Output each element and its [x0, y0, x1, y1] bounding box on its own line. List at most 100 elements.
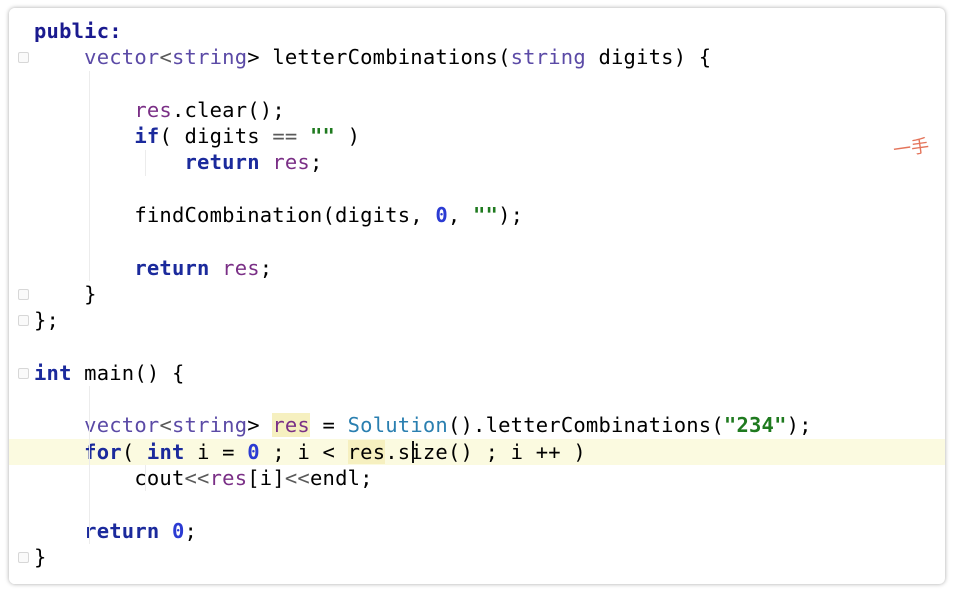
code-token: findCombination(digits, [34, 203, 436, 228]
code-token: vector [84, 45, 160, 70]
code-line[interactable]: } [34, 281, 945, 307]
code-token: ); [786, 413, 812, 438]
code-editor-window[interactable]: public: vector<string> letterCombination… [9, 8, 945, 584]
code-token: ( [121, 439, 147, 464]
code-token: 0 [171, 518, 185, 543]
indent-guide [145, 465, 146, 492]
code-token: << [184, 466, 210, 491]
code-token: ; i < [259, 439, 348, 464]
code-line[interactable]: return res; [34, 149, 945, 175]
code-line[interactable]: for( int i = 0 ; i < res.size() ; i ++ ) [9, 438, 945, 466]
code-token: string [510, 45, 586, 70]
code-token: vector [84, 413, 160, 438]
code-line[interactable]: findCombination(digits, 0, ""); [34, 202, 945, 228]
code-token: res [272, 150, 310, 175]
code-token: ) [335, 124, 361, 149]
code-line[interactable] [34, 386, 945, 412]
code-line[interactable]: vector<string> letterCombinations(string… [34, 44, 945, 70]
code-token: main() { [71, 360, 185, 385]
code-token: endl; [309, 466, 373, 491]
code-token: int [146, 439, 185, 464]
code-line[interactable] [34, 176, 945, 202]
text-cursor [412, 440, 414, 463]
code-token: string [171, 413, 248, 438]
code-token: string [171, 45, 248, 70]
code-token: cout [34, 466, 185, 491]
code-token: ); [498, 203, 524, 228]
fold-marker-icon[interactable] [18, 315, 29, 327]
code-token: > [247, 413, 273, 438]
indent-guide [89, 70, 90, 281]
code-token: , [447, 203, 473, 228]
code-token: Solution [347, 413, 448, 438]
code-token: "" [473, 203, 499, 228]
code-token: res [347, 439, 386, 464]
code-line[interactable]: res.clear(); [34, 97, 945, 123]
code-token: if [134, 124, 160, 149]
fold-marker-icon[interactable] [18, 289, 29, 300]
code-token: ().letterCombinations( [447, 413, 724, 438]
code-line[interactable]: int main() { [34, 360, 945, 386]
code-token: res [272, 413, 310, 438]
fold-marker-icon[interactable] [18, 367, 29, 379]
handwritten-margin-note: 一手 [891, 135, 931, 162]
code-line[interactable]: cout<<res[i]<<endl; [34, 465, 945, 491]
indent-guide [89, 386, 90, 544]
code-token: res [209, 466, 248, 491]
code-line[interactable]: if( digits == "" ) [34, 123, 945, 149]
code-line[interactable]: } [34, 544, 945, 570]
indent-guide [145, 149, 146, 176]
code-line[interactable]: return 0; [34, 518, 945, 544]
code-token: res [134, 97, 172, 122]
code-token: } [34, 281, 97, 306]
code-line[interactable] [34, 228, 945, 254]
code-token: digits) { [585, 45, 712, 70]
code-token: return [134, 255, 210, 280]
code-token: i = [184, 439, 248, 464]
code-token: }; [34, 308, 60, 333]
code-line[interactable] [34, 71, 945, 97]
code-token: ( digits [159, 124, 273, 149]
code-line[interactable] [34, 334, 945, 360]
code-token: = [309, 413, 348, 438]
code-line[interactable] [34, 491, 945, 517]
editor-gutter[interactable] [9, 8, 33, 584]
fold-marker-icon[interactable] [18, 52, 29, 64]
code-token: ; [184, 518, 198, 543]
code-token: ; [259, 255, 273, 280]
code-line[interactable]: }; [34, 307, 945, 333]
code-token: public [34, 19, 110, 43]
code-token: ; [309, 150, 323, 175]
code-token: > letterCombinations( [247, 45, 511, 70]
code-token: << [284, 466, 310, 491]
code-token: < [159, 413, 172, 438]
code-line[interactable]: vector<string> res = Solution().letterCo… [34, 412, 945, 438]
code-token: 0 [435, 203, 448, 228]
code-token: == [272, 124, 298, 149]
code-token: [i] [247, 466, 285, 491]
code-area[interactable]: public: vector<string> letterCombination… [9, 18, 945, 570]
code-token: < [159, 45, 172, 70]
code-line[interactable]: return res; [34, 255, 945, 281]
code-token: } [34, 544, 47, 569]
code-token: "234" [723, 413, 787, 438]
code-token: "" [309, 124, 336, 149]
code-line[interactable]: public: [34, 18, 945, 44]
code-token: res [222, 255, 260, 280]
fold-marker-icon[interactable] [18, 552, 29, 563]
code-token: return [184, 150, 260, 175]
code-token: int [34, 360, 72, 385]
code-token: .size() ; i ++ ) [385, 439, 586, 464]
